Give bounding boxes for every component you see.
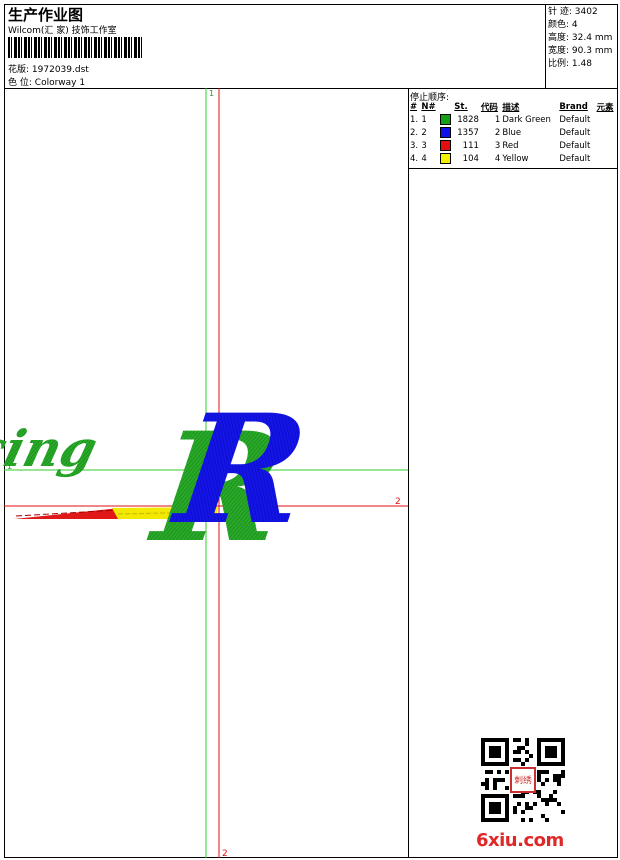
color-swatch bbox=[439, 140, 451, 151]
row-element bbox=[596, 152, 617, 165]
table-row: 4. 4 104 4 Yellow Default bbox=[409, 152, 617, 165]
row-desc: Red bbox=[502, 140, 519, 151]
row-n: 1 bbox=[421, 114, 427, 125]
row-element bbox=[596, 113, 617, 126]
row-swatch bbox=[439, 126, 454, 139]
row-desc: Blue bbox=[502, 127, 522, 138]
row-element bbox=[596, 139, 617, 152]
row-element bbox=[596, 126, 617, 139]
row-brand: Default bbox=[559, 127, 591, 138]
row-brand: Default bbox=[559, 114, 591, 125]
row-code: 3 bbox=[494, 140, 501, 151]
row-swatch bbox=[439, 152, 454, 165]
guide-label-top: 1 bbox=[209, 89, 214, 98]
embroidery-preview: 1 1 2 2 R R Racing bbox=[0, 88, 408, 858]
col-desc: 描述 bbox=[502, 103, 520, 113]
row-stitches: 111 bbox=[462, 140, 479, 151]
row-stitches: 1828 bbox=[457, 114, 479, 125]
col-element: 元素 bbox=[596, 103, 614, 113]
qr-seal-text: 刺绣 bbox=[514, 774, 532, 786]
color-swatch bbox=[439, 153, 451, 164]
table-row: 1. 1 1828 1 Dark Green Default bbox=[409, 113, 617, 126]
stat-height: 高度: 32.4 mm bbox=[548, 33, 613, 43]
row-n: 4 bbox=[421, 153, 427, 164]
table-row: 3. 3 111 3 Red Default bbox=[409, 139, 617, 152]
row-swatch bbox=[439, 139, 454, 152]
row-num: 4. bbox=[410, 153, 419, 164]
row-code: 4 bbox=[494, 153, 501, 164]
qr-code: 刺绣 bbox=[481, 738, 565, 822]
col-code: 代码 bbox=[480, 103, 498, 113]
row-code: 2 bbox=[494, 127, 501, 138]
stat-width: 宽度: 90.3 mm bbox=[548, 46, 613, 56]
col-swatch bbox=[439, 101, 454, 113]
color-swatch bbox=[439, 127, 451, 138]
col-n: N# bbox=[421, 102, 436, 112]
stop-sequence-table: # N# St. 代码 描述 Brand 元素 1. 1 1828 1 Dark Gre… bbox=[409, 101, 617, 165]
guide-label-bottom: 2 bbox=[222, 849, 228, 858]
row-num: 3. bbox=[410, 140, 419, 151]
row-stitches: 104 bbox=[462, 153, 479, 164]
row-num: 2. bbox=[410, 127, 419, 138]
row-brand: Default bbox=[559, 140, 591, 151]
site-watermark: 6xiu.com bbox=[476, 830, 564, 851]
stats-divider bbox=[545, 4, 546, 88]
stat-colors: 颜色: 4 bbox=[548, 20, 578, 30]
racing-word: Racing bbox=[0, 419, 103, 478]
row-desc: Dark Green bbox=[502, 114, 551, 125]
stat-scale: 比例: 1.48 bbox=[548, 59, 592, 69]
svg-text:Racing: Racing bbox=[0, 419, 103, 478]
row-n: 3 bbox=[421, 140, 427, 151]
row-n: 2 bbox=[421, 127, 427, 138]
table-divider bbox=[408, 168, 618, 169]
row-stitches: 1357 bbox=[457, 127, 479, 138]
row-code: 1 bbox=[494, 114, 501, 125]
design-stats: 针 迹: 3402 颜色: 4 高度: 32.4 mm 宽度: 90.3 mm … bbox=[548, 6, 612, 71]
panel-divider bbox=[408, 88, 409, 858]
col-st: St. bbox=[454, 102, 468, 112]
color-swatch bbox=[439, 114, 451, 125]
col-brand: Brand bbox=[559, 102, 588, 112]
row-brand: Default bbox=[559, 153, 591, 164]
row-desc: Yellow bbox=[502, 153, 529, 164]
row-num: 1. bbox=[410, 114, 419, 125]
row-swatch bbox=[439, 113, 454, 126]
table-header: # N# St. 代码 描述 Brand 元素 bbox=[409, 101, 617, 113]
col-num: # bbox=[410, 102, 418, 112]
stat-stitches: 针 迹: 3402 bbox=[548, 7, 598, 17]
guide-label-right: 2 bbox=[395, 497, 401, 507]
table-row: 2. 2 1357 2 Blue Default bbox=[409, 126, 617, 139]
